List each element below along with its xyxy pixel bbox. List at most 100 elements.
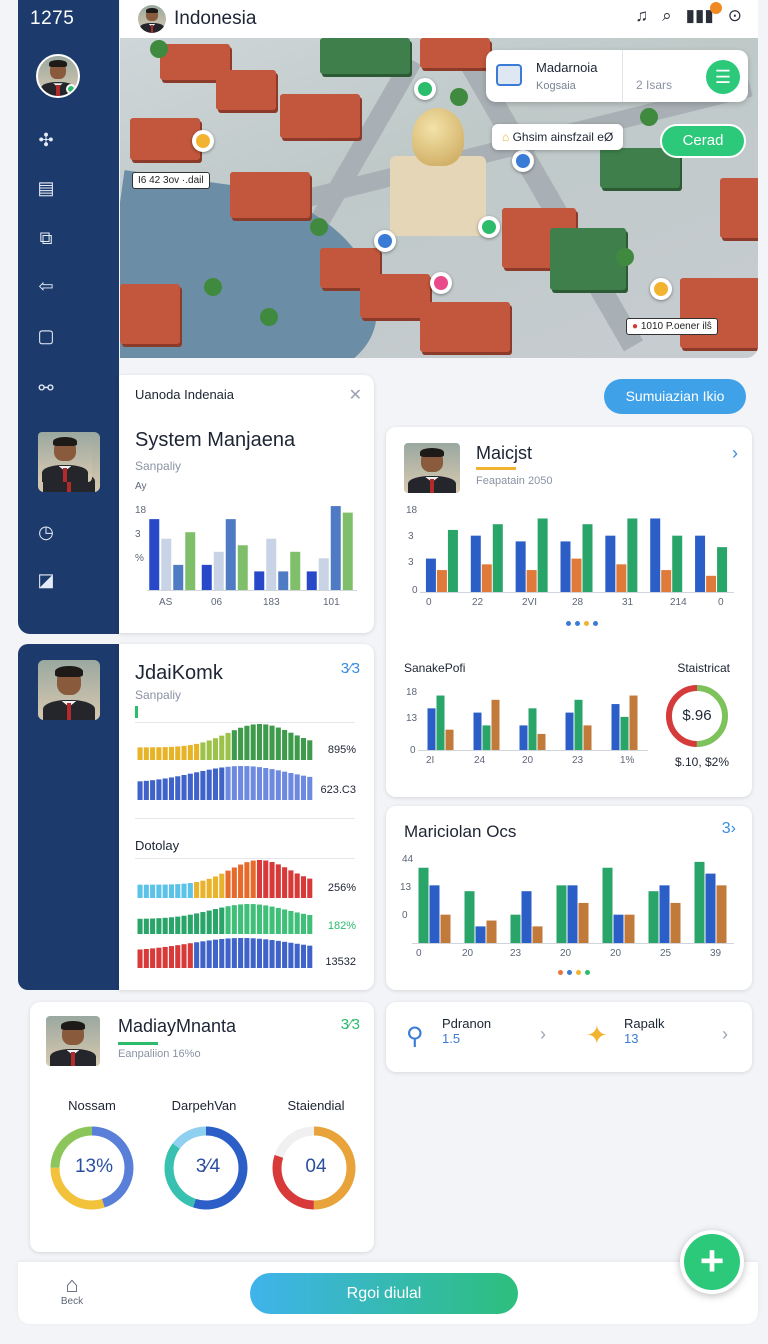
location-info-card[interactable]: Madarnoia Kogsaia 2 Isars ☰ [486, 50, 748, 102]
histogram-bar [175, 884, 181, 898]
histogram-bar [181, 883, 187, 898]
map-pin-icon[interactable] [650, 278, 672, 300]
histogram-bar [187, 773, 193, 800]
settings-icon[interactable]: ⊙ [728, 6, 742, 26]
histogram-bar [275, 907, 281, 934]
close-icon[interactable]: ✕ [349, 385, 362, 405]
map-pin-icon[interactable] [374, 230, 396, 252]
histogram-bar [194, 942, 200, 968]
histogram-bar [200, 912, 206, 934]
chart-bar [266, 538, 277, 591]
histogram-bar [294, 735, 300, 760]
chart-bar [605, 535, 616, 593]
chart-bar [330, 506, 341, 591]
chart-bar [318, 558, 329, 591]
chart-bar [583, 725, 592, 751]
chart-bar [225, 519, 236, 591]
histogram-bar [231, 766, 237, 800]
document-icon[interactable]: ▤ [34, 176, 58, 200]
search-icon[interactable]: ⌕ [662, 6, 672, 26]
edit-icon[interactable]: ◪ [34, 568, 58, 592]
histogram-bar [137, 949, 143, 968]
chevron-right-icon[interactable]: › [540, 1024, 546, 1045]
pagination-dots[interactable] [566, 621, 598, 626]
histogram-bar [300, 738, 307, 760]
back-button[interactable]: ⌂ Beck [52, 1274, 92, 1308]
bell-icon[interactable]: ♫ [635, 6, 648, 26]
section-label: Dotolay [135, 838, 180, 853]
histogram-bar [231, 867, 237, 898]
puzzle-icon[interactable]: ✣ [34, 128, 58, 152]
histogram-bar [288, 870, 294, 898]
quick-nav-item-2[interactable]: Rapalk 13 [624, 1016, 664, 1046]
histogram-bar [181, 775, 187, 800]
histogram-bar [244, 862, 250, 898]
gauge-caption: $.10, $2% [674, 755, 730, 769]
chart-bar [213, 551, 224, 591]
primary-action-button[interactable]: Rgoi diulal [250, 1273, 518, 1314]
profile-photo-secondary[interactable] [38, 660, 100, 720]
histogram-bar [150, 780, 156, 800]
histogram-bar [156, 918, 162, 934]
histogram-bar [194, 772, 200, 800]
chart-bar [306, 571, 317, 591]
cerad-button[interactable]: Cerad [660, 124, 746, 158]
chart-bar [436, 695, 445, 751]
expand-badge[interactable]: 3⁄3 [341, 1016, 360, 1033]
histogram-bar [168, 746, 175, 760]
histogram-bar [244, 766, 250, 800]
chart-bar [290, 551, 301, 591]
pagination-dots[interactable] [558, 970, 590, 975]
city-map[interactable]: Madarnoia Kogsaia 2 Isars ☰ ⌂ Ghsim ains… [120, 38, 758, 358]
panel-photo [404, 443, 460, 493]
histogram-bar [263, 939, 269, 968]
chart-bar [201, 564, 212, 591]
y-tick: 18 [135, 505, 147, 516]
map-pin-icon[interactable] [414, 78, 436, 100]
map-pin-icon[interactable] [478, 216, 500, 238]
menu-button[interactable]: ☰ [706, 60, 740, 94]
map-pin-icon[interactable] [192, 130, 214, 152]
map-pin-icon[interactable] [512, 150, 534, 172]
donut-label: DarpehVan [171, 1098, 237, 1113]
expand-badge[interactable]: 3⁄3 [341, 660, 360, 677]
leader-avatar[interactable] [138, 5, 166, 33]
x-tick: 0 [426, 597, 432, 608]
share-arrow-icon[interactable]: ⇦ [34, 274, 58, 298]
quick-nav-label: Pdranon [442, 1016, 492, 1031]
chart-bar [694, 861, 705, 944]
quick-nav-item-1[interactable]: Pdranon 1.5 [442, 1016, 491, 1046]
x-tick: 24 [474, 755, 486, 766]
histogram-bar [137, 884, 143, 898]
clock-icon[interactable]: ◷ [34, 520, 58, 544]
map-pin-icon[interactable] [430, 272, 452, 294]
histogram-bar [250, 766, 256, 800]
histogram-bar [175, 945, 181, 968]
chevron-right-icon[interactable]: › [722, 1024, 728, 1045]
user-avatar[interactable] [36, 54, 80, 98]
x-tick: 1% [620, 755, 635, 766]
chip-icon[interactable]: ▢ [34, 324, 58, 348]
simulation-button[interactable]: Sumuiazian Ikio [604, 379, 746, 414]
histogram-bar [194, 913, 200, 934]
chart-bar [670, 902, 681, 944]
chart-bar [661, 570, 672, 593]
histogram-bar [175, 746, 181, 760]
chevron-right-icon[interactable]: › [732, 443, 738, 464]
histogram-bar [225, 766, 231, 800]
chart-bar [425, 558, 436, 593]
location-chip[interactable]: ⌂ Ghsim ainsfzail eØ [492, 124, 624, 150]
add-button[interactable]: + [680, 1230, 744, 1294]
x-tick: 20 [522, 755, 534, 766]
histogram-bar [231, 905, 237, 934]
location-title: Madarnoia [536, 60, 598, 75]
network-icon[interactable]: ⚯ [34, 376, 58, 400]
histogram-bar [256, 860, 263, 898]
analytics-icon[interactable]: ⧉ [34, 226, 58, 250]
signal-icon[interactable]: ▮▮▮ [686, 2, 722, 26]
mosque-landmark[interactable] [390, 108, 486, 236]
quick-nav-panel: ⚲ Pdranon 1.5 › ✦ Rapalk 13 › [386, 1002, 752, 1072]
histogram-value: 623.C3 [320, 784, 356, 796]
histogram-bar [162, 917, 168, 934]
chevron-right-icon[interactable]: 3› [722, 820, 736, 838]
